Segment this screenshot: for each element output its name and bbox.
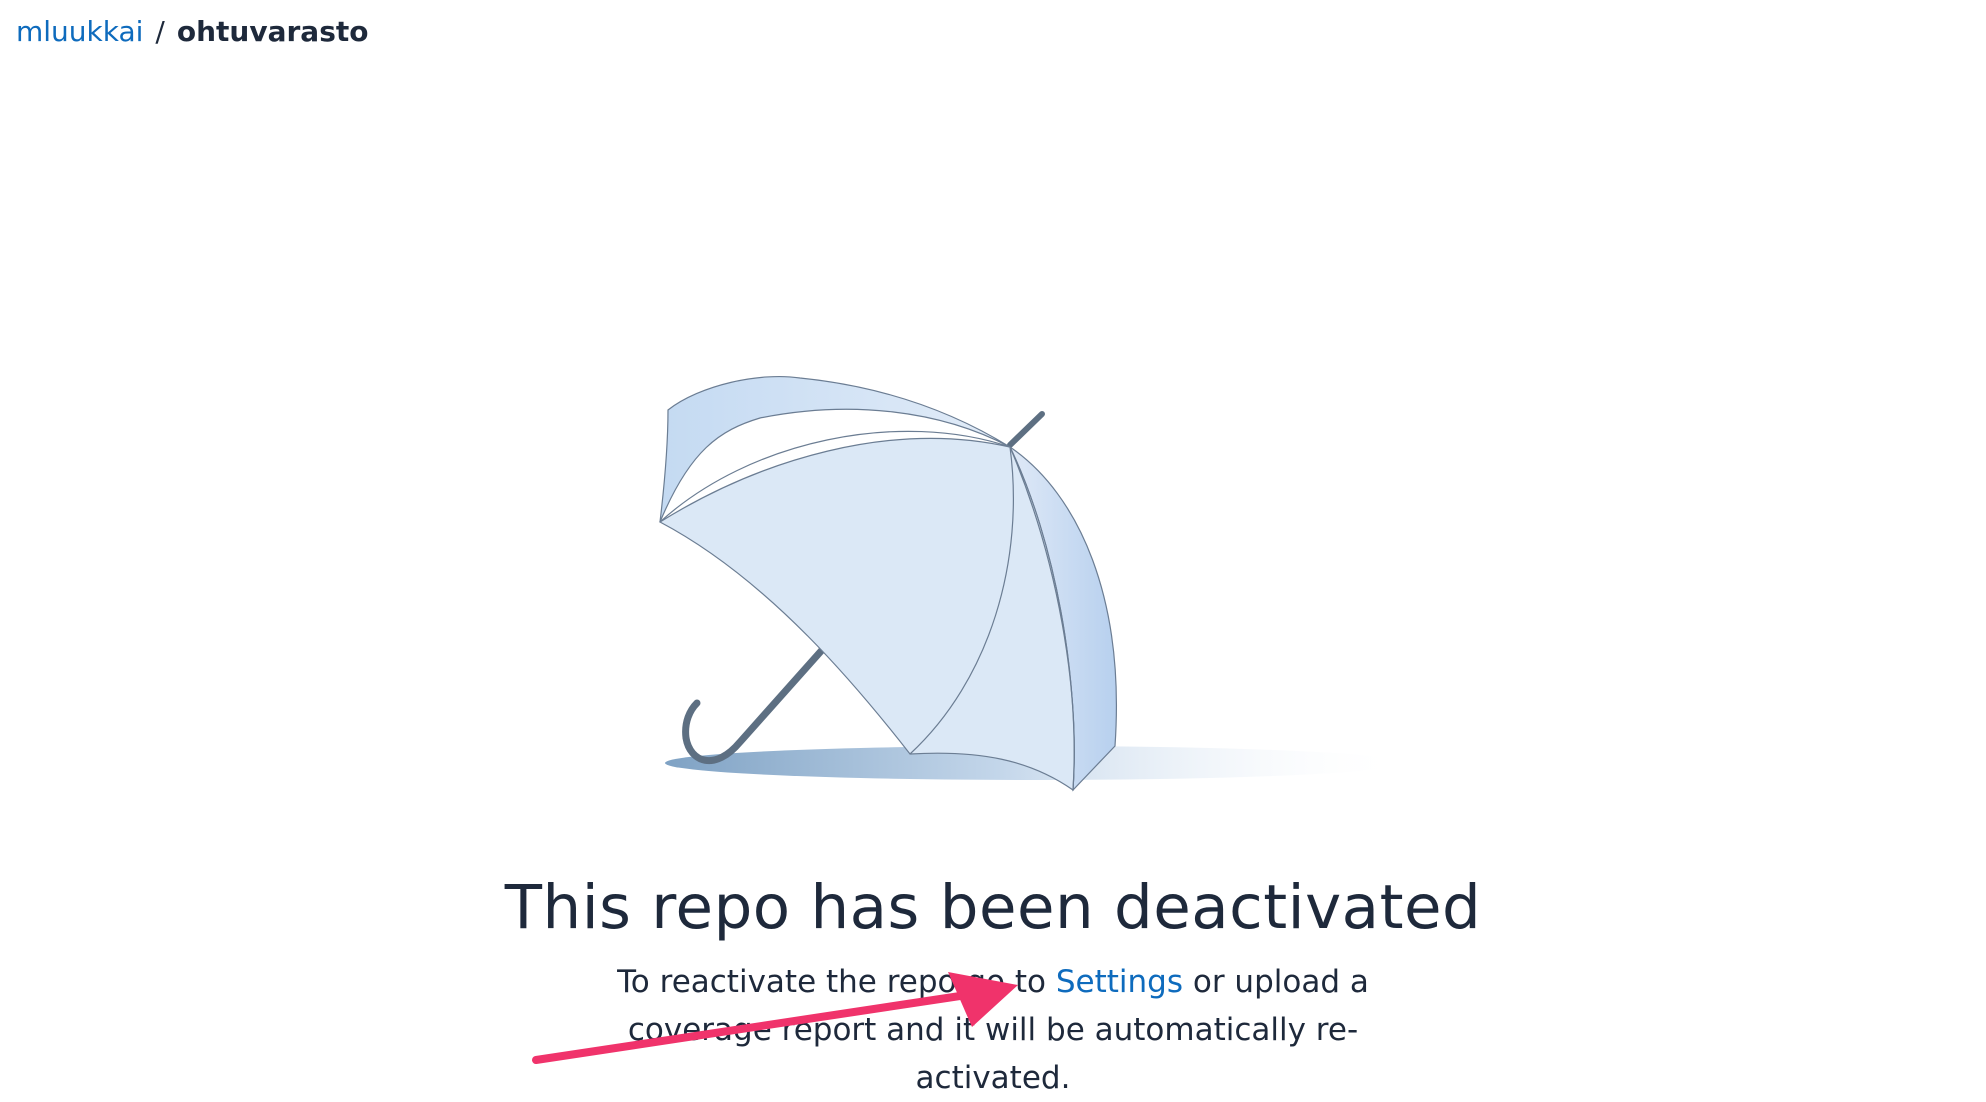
breadcrumb-repo-name: ohtuvarasto	[176, 15, 369, 48]
page-title: This repo has been deactivated	[504, 872, 1482, 943]
message-text-before: To reactivate the repo go to	[617, 964, 1056, 1000]
reactivation-message: To reactivate the repo go to Settings or…	[553, 958, 1433, 1102]
umbrella-icon	[658, 375, 1405, 792]
breadcrumb: mluukkai / ohtuvarasto	[16, 12, 368, 52]
breadcrumb-owner-link[interactable]: mluukkai	[16, 12, 143, 52]
settings-link[interactable]: Settings	[1056, 964, 1183, 1000]
breadcrumb-separator: /	[155, 15, 165, 48]
